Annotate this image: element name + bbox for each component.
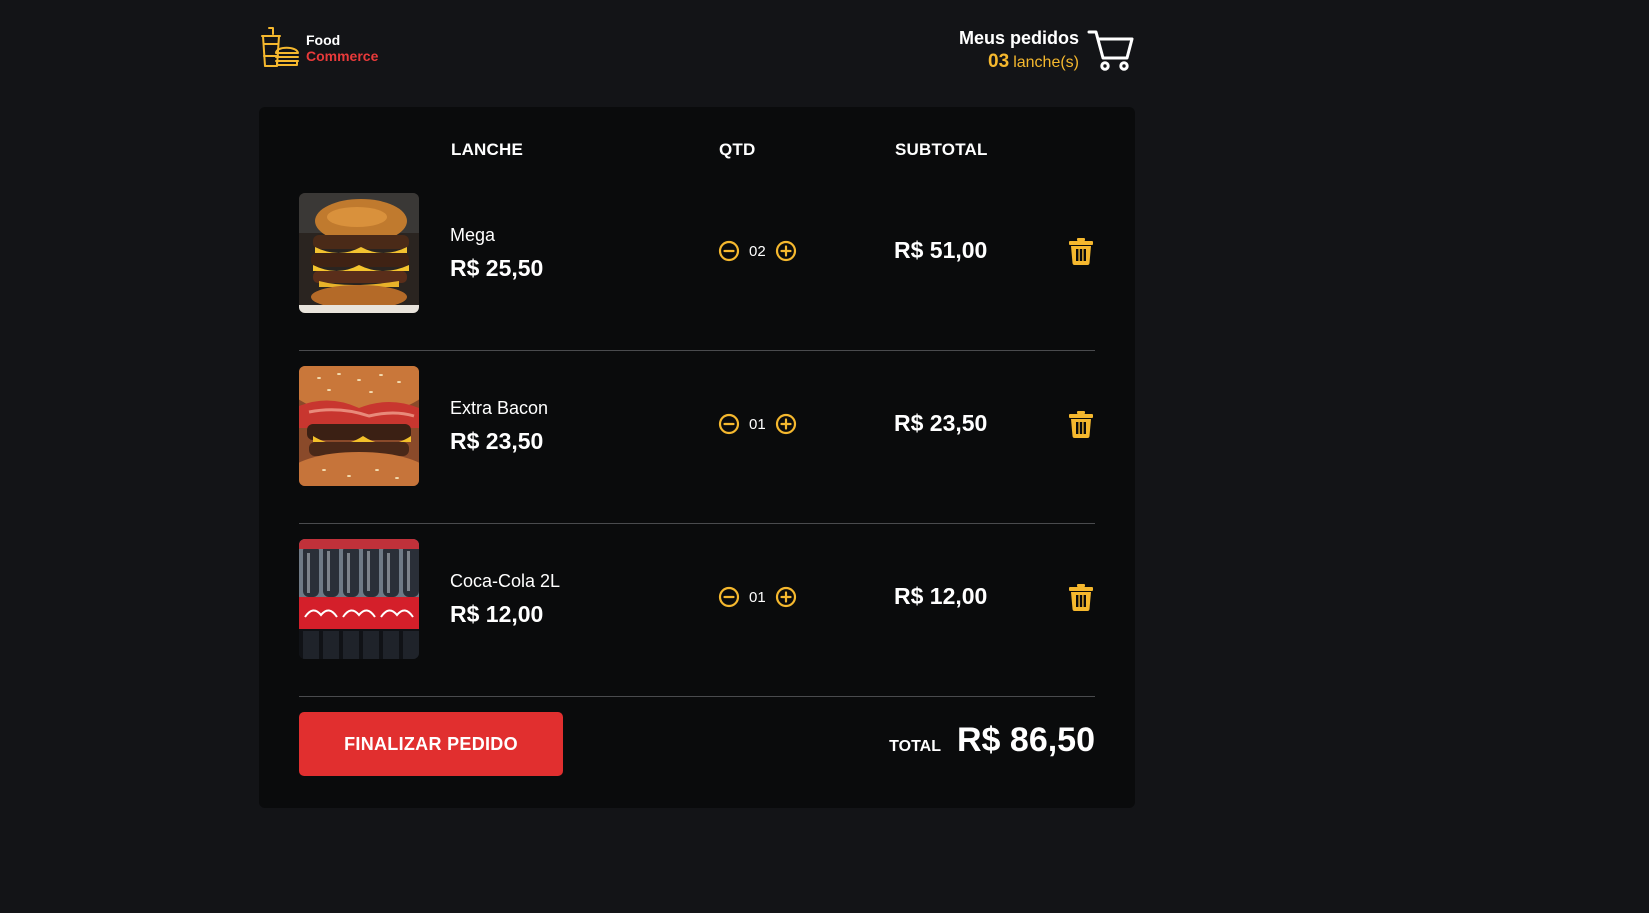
column-header-qty: QTD	[719, 140, 756, 159]
burger-photo	[299, 193, 419, 313]
fast-food-icon	[261, 27, 299, 67]
column-header-item: LANCHE	[451, 140, 524, 159]
quantity-stepper: 02	[718, 239, 797, 263]
plus-circle-icon[interactable]	[775, 413, 797, 435]
logo-line-food: Food	[306, 32, 341, 48]
plus-circle-icon[interactable]	[775, 586, 797, 608]
table-row: Mega R$ 25,50 02 R$ 51,00	[299, 177, 1095, 351]
item-name: Extra Bacon	[450, 398, 549, 418]
total-label: TOTAL	[889, 738, 941, 755]
minus-circle-icon[interactable]	[718, 413, 740, 435]
bacon-burger-photo	[299, 366, 419, 486]
delete-item-button[interactable]	[1069, 238, 1093, 265]
table-row: Coca-Cola 2L R$ 12,00 01 R$ 12,00	[299, 523, 1095, 697]
cart-page: Food Commerce Meus pedidos 03 lanche(s) L…	[0, 0, 1649, 913]
item-subtotal: R$ 12,00	[894, 583, 988, 609]
minus-circle-icon[interactable]	[718, 240, 740, 262]
item-price: R$ 25,50	[450, 255, 544, 281]
quantity-value: 01	[749, 415, 766, 433]
orders-title: Meus pedidos	[958, 28, 1079, 48]
trash-icon	[1069, 411, 1093, 438]
delete-item-button[interactable]	[1069, 584, 1093, 611]
total-value: R$ 86,50	[957, 721, 1095, 759]
header: Food Commerce Meus pedidos 03 lanche(s)	[259, 26, 1135, 76]
orders-count: 03	[988, 51, 1010, 72]
delete-item-button[interactable]	[1069, 411, 1093, 438]
item-subtotal: R$ 51,00	[894, 237, 988, 263]
my-orders[interactable]: Meus pedidos 03 lanche(s)	[959, 26, 1135, 75]
plus-circle-icon[interactable]	[775, 240, 797, 262]
item-price: R$ 23,50	[450, 428, 544, 454]
cart-card: LANCHE QTD SUBTOTAL Mega R$ 25,50 02 R$ …	[259, 107, 1135, 808]
column-header-subtotal: SUBTOTAL	[895, 140, 988, 159]
table-row: Extra Bacon R$ 23,50 01 R$ 23,50	[299, 350, 1095, 524]
quantity-value: 02	[749, 242, 766, 260]
item-price: R$ 12,00	[450, 601, 544, 627]
item-name: Mega	[450, 225, 496, 245]
logo[interactable]: Food Commerce	[259, 26, 378, 70]
item-name: Coca-Cola 2L	[450, 571, 561, 591]
trash-icon	[1069, 238, 1093, 265]
orders-count-line: 03 lanche(s)	[988, 50, 1079, 75]
quantity-stepper: 01	[718, 412, 797, 436]
order-total: TOTAL R$ 86,50	[889, 721, 1095, 760]
coca-cola-bottles-photo	[299, 539, 419, 659]
orders-unit: lanche(s)	[1013, 54, 1079, 71]
trash-icon	[1069, 584, 1093, 611]
item-subtotal: R$ 23,50	[894, 410, 988, 436]
finalize-order-button[interactable]: FINALIZAR PEDIDO	[299, 712, 563, 776]
quantity-stepper: 01	[718, 585, 797, 609]
minus-circle-icon[interactable]	[718, 586, 740, 608]
logo-line-commerce: Commerce	[306, 48, 379, 64]
cart-icon[interactable]	[1087, 28, 1135, 74]
quantity-value: 01	[749, 588, 766, 606]
